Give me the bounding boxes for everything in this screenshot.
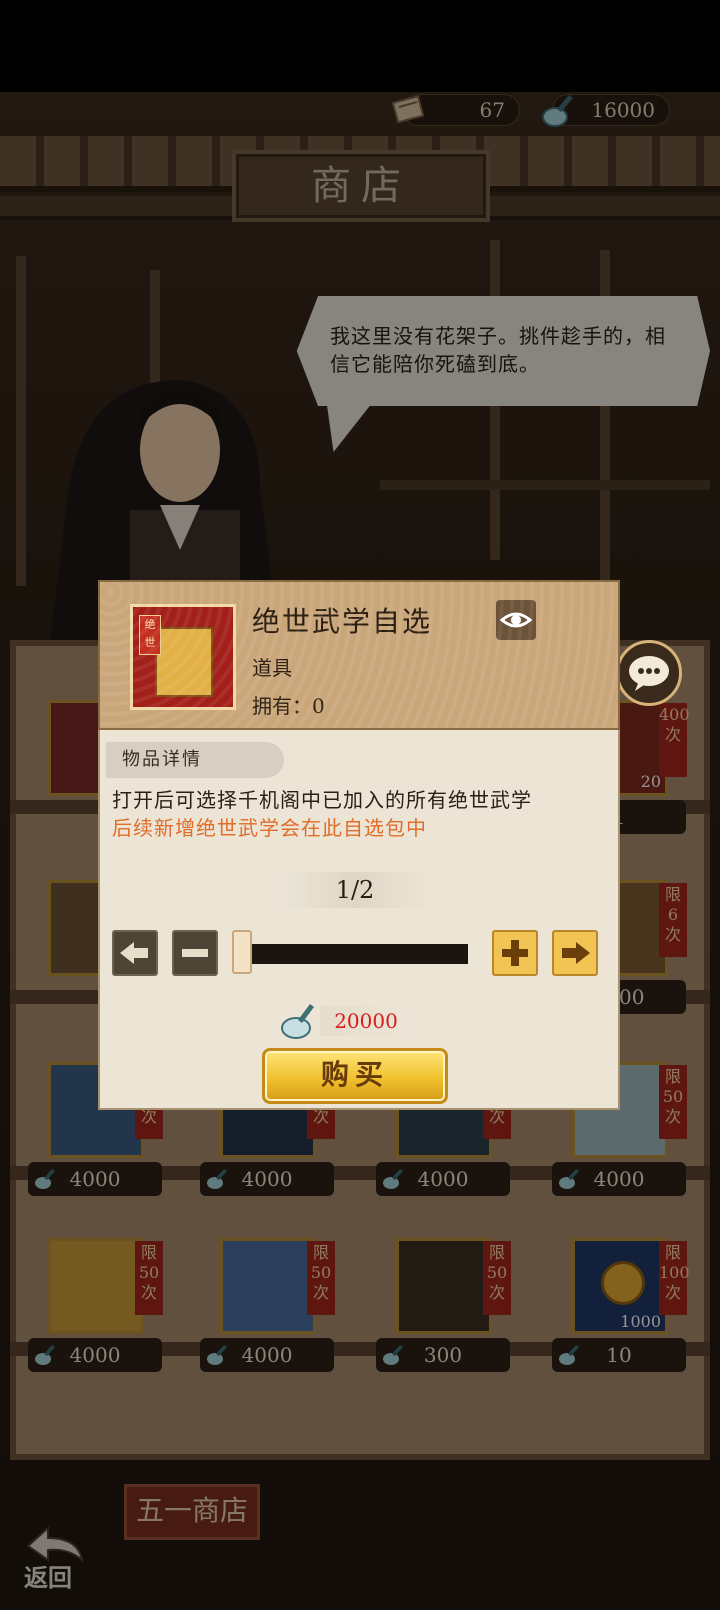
martial-book-icon <box>155 627 213 697</box>
dialog-header: 绝世 绝世武学自选 道具 拥有：0 <box>98 580 620 730</box>
jade-icon <box>281 1004 314 1039</box>
item-note: 后续新增绝世武学会在此自选包中 <box>112 816 427 840</box>
dialog-body: 物品详情 打开后可选择千机阁中已加入的所有绝世武学 后续新增绝世武学会在此自选包… <box>98 730 620 1110</box>
buy-button[interactable]: 购买 <box>262 1048 448 1104</box>
quantity-display: 1/2 <box>280 872 430 908</box>
item-type: 道具 <box>252 656 292 680</box>
item-icon-label: 绝世 <box>139 615 161 655</box>
quantity-increase-button[interactable] <box>492 930 538 976</box>
top-black-bar <box>0 0 720 92</box>
minus-icon <box>182 949 208 957</box>
item-name: 绝世武学自选 <box>252 605 433 638</box>
item-purchase-dialog: 绝世 绝世武学自选 道具 拥有：0 物品详情 打开后可选择千机阁中已加入的所有绝… <box>98 580 620 1110</box>
item-owned: 拥有：0 <box>252 694 325 718</box>
preview-button[interactable] <box>496 600 536 640</box>
total-price: 20000 <box>276 1000 496 1040</box>
arrow-left-icon <box>120 942 148 964</box>
quantity-min-button[interactable] <box>112 930 158 976</box>
quantity-slider-track[interactable] <box>236 944 468 964</box>
price-value: 20000 <box>320 1006 412 1036</box>
quantity-slider-handle[interactable] <box>232 930 252 974</box>
chat-bubble-icon <box>629 656 669 691</box>
chat-button[interactable] <box>616 640 682 706</box>
section-tag: 物品详情 <box>106 742 284 778</box>
item-description: 打开后可选择千机阁中已加入的所有绝世武学 <box>112 788 532 812</box>
plus-icon <box>502 940 528 966</box>
eye-icon <box>499 612 533 628</box>
quantity-max-button[interactable] <box>552 930 598 976</box>
quantity-decrease-button[interactable] <box>172 930 218 976</box>
item-icon: 绝世 <box>130 604 236 710</box>
arrow-right-icon <box>562 942 590 964</box>
